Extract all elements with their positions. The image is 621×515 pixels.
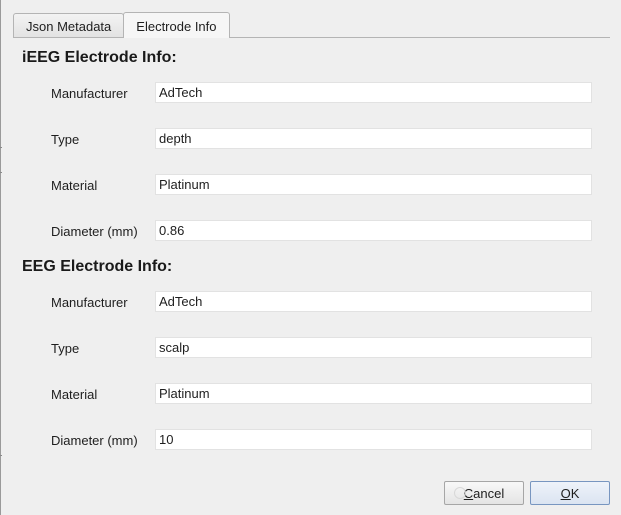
tab-electrode-info[interactable]: Electrode Info xyxy=(123,12,230,38)
ieeg-manufacturer-input[interactable] xyxy=(155,82,592,103)
cancel-button-label: Cancel xyxy=(463,485,505,501)
eeg-material-label: Material xyxy=(51,387,98,402)
cancel-button[interactable]: Cancel xyxy=(444,481,524,505)
ieeg-manufacturer-label: Manufacturer xyxy=(51,86,128,101)
ieeg-diameter-label: Diameter (mm) xyxy=(51,224,138,239)
ieeg-type-input[interactable] xyxy=(155,128,592,149)
ieeg-type-label: Type xyxy=(51,132,80,147)
eeg-section-title: EEG Electrode Info: xyxy=(22,258,173,275)
tab-json-metadata[interactable]: Json Metadata xyxy=(13,13,125,38)
ieeg-section-title: iEEG Electrode Info: xyxy=(22,49,177,66)
ieeg-diameter-input[interactable] xyxy=(155,220,592,241)
eeg-type-label: Type xyxy=(51,341,80,356)
eeg-diameter-input[interactable] xyxy=(155,429,592,450)
ieeg-material-input[interactable] xyxy=(155,174,592,195)
eeg-manufacturer-label: Manufacturer xyxy=(51,295,128,310)
border-tick xyxy=(0,455,2,456)
ok-button-label: OK xyxy=(560,485,580,501)
tab-panel-border xyxy=(13,37,610,38)
cancel-icon xyxy=(454,487,466,499)
border-tick xyxy=(0,147,2,148)
window-left-border xyxy=(0,0,1,515)
eeg-diameter-label: Diameter (mm) xyxy=(51,433,138,448)
ieeg-material-label: Material xyxy=(51,178,98,193)
eeg-manufacturer-input[interactable] xyxy=(155,291,592,312)
eeg-material-input[interactable] xyxy=(155,383,592,404)
ok-button[interactable]: OK xyxy=(530,481,610,505)
border-tick xyxy=(0,172,2,173)
eeg-type-input[interactable] xyxy=(155,337,592,358)
tab-bar: Json Metadata Electrode Info xyxy=(13,12,230,38)
